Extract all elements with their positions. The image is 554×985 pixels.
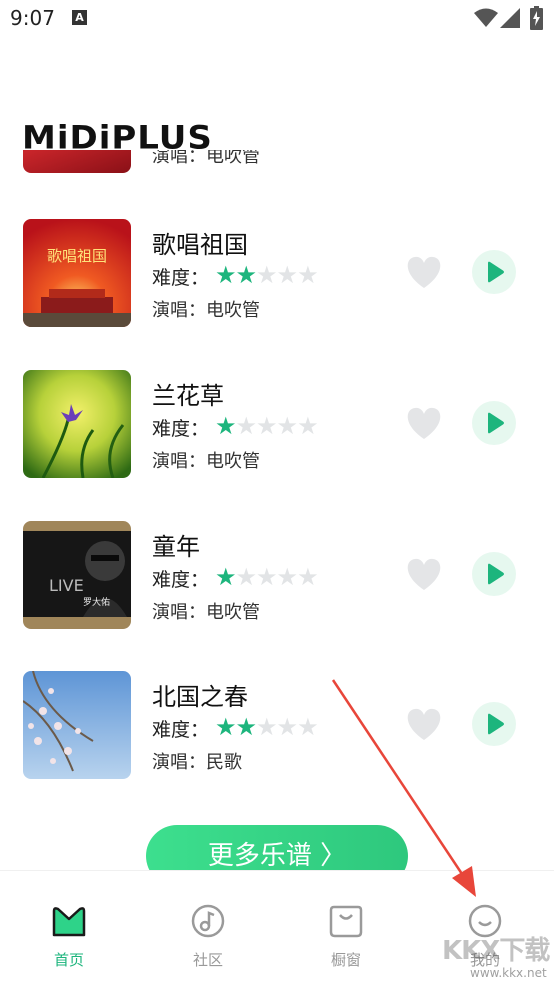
star-filled-icon: ★: [215, 713, 237, 741]
star-empty-icon: ★: [276, 412, 299, 440]
song-title: 兰花草: [152, 382, 224, 410]
app-logo: MiDiPLUS: [22, 119, 213, 157]
singer-text: 演唱：电吹管: [152, 602, 260, 623]
star-empty-icon: ★: [235, 563, 258, 591]
song-cover[interactable]: [23, 671, 131, 779]
difficulty-stars: ★★★★★: [215, 713, 319, 741]
star-empty-icon: ★: [256, 713, 278, 741]
watermark-url: www.kkx.net: [470, 966, 547, 980]
favorite-heart-icon[interactable]: [405, 556, 443, 592]
star-filled-icon: ★: [215, 412, 237, 440]
star-empty-icon: ★: [276, 563, 299, 591]
favorite-heart-icon[interactable]: [405, 405, 443, 441]
difficulty-stars: ★★★★★: [215, 261, 319, 289]
star-empty-icon: ★: [256, 563, 278, 591]
music-note-icon: [191, 904, 225, 938]
star-empty-icon: ★: [276, 261, 299, 289]
song-item[interactable]: LIVE 罗大佑 童年 难度： ★★★★★ 演唱：电吹管: [0, 521, 554, 631]
svg-text:LIVE: LIVE: [49, 576, 84, 595]
song-cover[interactable]: [23, 370, 131, 478]
song-cover[interactable]: LIVE 罗大佑: [23, 521, 131, 629]
song-title: 歌唱祖国: [152, 231, 248, 259]
song-title: 童年: [152, 533, 200, 561]
favorite-heart-icon[interactable]: [405, 254, 443, 290]
tab-home[interactable]: 首页: [9, 871, 129, 985]
play-icon: [488, 563, 504, 585]
song-list[interactable]: 演唱：电吹管 歌唱祖国 歌唱祖国 难度： ★★★★★ 演唱：电吹管 兰花草 难度…: [0, 150, 554, 868]
star-empty-icon: ★: [297, 563, 319, 591]
play-icon: [488, 412, 504, 434]
notification-icon: A: [72, 10, 87, 25]
song-cover[interactable]: 歌唱祖国: [23, 219, 131, 327]
difficulty-stars: ★★★★★: [215, 563, 319, 591]
wifi-icon: [474, 8, 498, 27]
play-button[interactable]: [472, 401, 516, 445]
watermark-logo: KKX下载: [442, 936, 550, 966]
play-icon: [488, 713, 504, 735]
star-empty-icon: ★: [297, 412, 319, 440]
difficulty-label: 难度：: [152, 719, 210, 741]
shopping-bag-icon: [329, 905, 363, 938]
tab-label: 首页: [53, 951, 84, 969]
star-empty-icon: ★: [256, 261, 278, 289]
singer-text: 演唱：电吹管: [152, 300, 260, 321]
battery-icon: [530, 6, 543, 30]
singer-text: 演唱：民歌: [152, 752, 242, 773]
song-title: 北国之春: [152, 683, 248, 711]
play-button[interactable]: [472, 702, 516, 746]
play-button[interactable]: [472, 250, 516, 294]
star-empty-icon: ★: [297, 713, 319, 741]
song-item[interactable]: 北国之春 难度： ★★★★★ 演唱：民歌: [0, 671, 554, 781]
star-filled-icon: ★: [215, 261, 237, 289]
play-button[interactable]: [472, 552, 516, 596]
star-empty-icon: ★: [235, 412, 258, 440]
star-empty-icon: ★: [256, 412, 278, 440]
tab-label: 社区: [192, 951, 223, 969]
cover-text: 歌唱祖国: [47, 247, 107, 265]
tab-showcase[interactable]: 橱窗: [286, 871, 406, 985]
singer-text: 演唱：电吹管: [152, 451, 260, 472]
difficulty-label: 难度：: [152, 569, 210, 591]
difficulty-label: 难度：: [152, 418, 210, 440]
status-time: 9:07: [10, 6, 55, 30]
home-m-icon: [52, 907, 86, 937]
favorite-heart-icon[interactable]: [405, 706, 443, 742]
difficulty-label: 难度：: [152, 267, 210, 289]
play-icon: [488, 261, 504, 283]
difficulty-stars: ★★★★★: [215, 412, 319, 440]
star-filled-icon: ★: [235, 261, 258, 289]
star-filled-icon: ★: [215, 563, 237, 591]
cover-text: 罗大佑: [83, 596, 110, 608]
song-item[interactable]: 歌唱祖国 歌唱祖国 难度： ★★★★★ 演唱：电吹管: [0, 219, 554, 329]
tab-label: 橱窗: [330, 951, 361, 969]
tab-community[interactable]: 社区: [148, 871, 268, 985]
signal-icon: [500, 8, 520, 28]
star-empty-icon: ★: [276, 713, 299, 741]
song-item[interactable]: 兰花草 难度： ★★★★★ 演唱：电吹管: [0, 370, 554, 480]
star-filled-icon: ★: [235, 713, 258, 741]
status-bar: 9:07 A: [0, 0, 554, 38]
star-empty-icon: ★: [297, 261, 319, 289]
